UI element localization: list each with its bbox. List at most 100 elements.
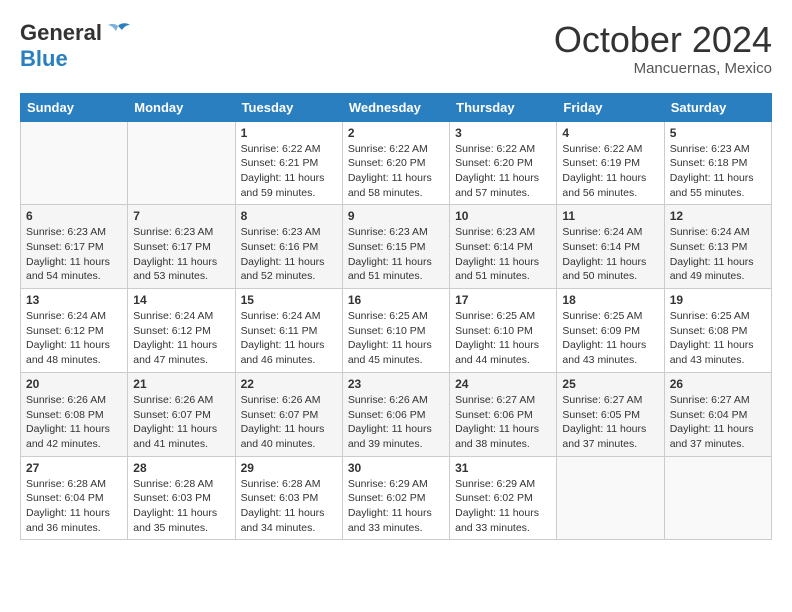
day-number: 20: [26, 377, 122, 391]
day-number: 27: [26, 461, 122, 475]
calendar-day-cell: 3Sunrise: 6:22 AMSunset: 6:20 PMDaylight…: [450, 121, 557, 205]
day-number: 8: [241, 209, 337, 223]
day-info: Sunrise: 6:24 AMSunset: 6:13 PMDaylight:…: [670, 225, 766, 284]
calendar-day-cell: 22 Sunrise: 6:26 AMSunset: 6:07 PMDayligh…: [235, 372, 342, 456]
calendar-day-cell: 23 Sunrise: 6:26 AMSunset: 6:06 PMDayligh…: [342, 372, 449, 456]
day-number: 4: [562, 126, 658, 140]
day-number: 6: [26, 209, 122, 223]
calendar-day-cell: 15Sunrise: 6:24 AMSunset: 6:11 PMDayligh…: [235, 289, 342, 373]
day-info: Sunrise: 6:26 AMSunset: 6:07 PMDaylight:…: [241, 393, 337, 452]
calendar-day-cell: 21Sunrise: 6:26 AMSunset: 6:07 PMDayligh…: [128, 372, 235, 456]
calendar-day-cell: 14Sunrise: 6:24 AMSunset: 6:12 PMDayligh…: [128, 289, 235, 373]
day-number: 19: [670, 293, 766, 307]
calendar-day-cell: 17Sunrise: 6:25 AMSunset: 6:10 PMDayligh…: [450, 289, 557, 373]
day-number: 21: [133, 377, 229, 391]
calendar-day-cell: [664, 456, 771, 540]
calendar-day-cell: 29 Sunrise: 6:28 AMSunset: 6:03 PMDayligh…: [235, 456, 342, 540]
day-number: 10: [455, 209, 551, 223]
header-sunday: Sunday: [21, 93, 128, 121]
header-thursday: Thursday: [450, 93, 557, 121]
page-header: General Blue October 2024 Mancuernas, Me…: [20, 20, 772, 77]
day-number: 30: [348, 461, 444, 475]
day-number: 12: [670, 209, 766, 223]
logo-general: General: [20, 20, 102, 46]
month-title: October 2024: [554, 20, 772, 60]
header-friday: Friday: [557, 93, 664, 121]
calendar-day-cell: 20 Sunrise: 6:26 AMSunset: 6:08 PMDayligh…: [21, 372, 128, 456]
header-saturday: Saturday: [664, 93, 771, 121]
calendar-day-cell: 4 Sunrise: 6:22 AMSunset: 6:19 PMDaylight…: [557, 121, 664, 205]
header-wednesday: Wednesday: [342, 93, 449, 121]
day-info: Sunrise: 6:27 AMSunset: 6:05 PMDaylight:…: [562, 393, 658, 452]
calendar-day-cell: 28 Sunrise: 6:28 AMSunset: 6:03 PMDayligh…: [128, 456, 235, 540]
title-block: October 2024 Mancuernas, Mexico: [554, 20, 772, 77]
day-number: 11: [562, 209, 658, 223]
calendar-week-row: 20 Sunrise: 6:26 AMSunset: 6:08 PMDayligh…: [21, 372, 772, 456]
day-info: Sunrise: 6:22 AMSunset: 6:19 PMDaylight:…: [562, 142, 658, 201]
day-info: Sunrise: 6:24 AMSunset: 6:12 PMDaylight:…: [26, 309, 122, 368]
day-info: Sunrise: 6:23 AMSunset: 6:17 PMDaylight:…: [26, 225, 122, 284]
day-number: 2: [348, 126, 444, 140]
day-info: Sunrise: 6:22 AMSunset: 6:20 PMDaylight:…: [348, 142, 444, 201]
day-info: Sunrise: 6:28 AMSunset: 6:03 PMDaylight:…: [133, 477, 229, 536]
day-number: 26: [670, 377, 766, 391]
day-number: 29: [241, 461, 337, 475]
calendar-day-cell: 19 Sunrise: 6:25 AMSunset: 6:08 PMDayligh…: [664, 289, 771, 373]
calendar-table: SundayMondayTuesdayWednesdayThursdayFrid…: [20, 93, 772, 541]
day-number: 1: [241, 126, 337, 140]
day-info: Sunrise: 6:27 AMSunset: 6:04 PMDaylight:…: [670, 393, 766, 452]
calendar-day-cell: 27 Sunrise: 6:28 AMSunset: 6:04 PMDayligh…: [21, 456, 128, 540]
day-info: Sunrise: 6:29 AMSunset: 6:02 PMDaylight:…: [455, 477, 551, 536]
day-info: Sunrise: 6:25 AMSunset: 6:10 PMDaylight:…: [348, 309, 444, 368]
day-info: Sunrise: 6:26 AMSunset: 6:08 PMDaylight:…: [26, 393, 122, 452]
day-number: 9: [348, 209, 444, 223]
calendar-day-cell: 8 Sunrise: 6:23 AMSunset: 6:16 PMDaylight…: [235, 205, 342, 289]
calendar-day-cell: [21, 121, 128, 205]
day-number: 23: [348, 377, 444, 391]
calendar-day-cell: 31Sunrise: 6:29 AMSunset: 6:02 PMDayligh…: [450, 456, 557, 540]
calendar-day-cell: 10 Sunrise: 6:23 AMSunset: 6:14 PMDayligh…: [450, 205, 557, 289]
calendar-day-cell: 18Sunrise: 6:25 AMSunset: 6:09 PMDayligh…: [557, 289, 664, 373]
day-info: Sunrise: 6:29 AMSunset: 6:02 PMDaylight:…: [348, 477, 444, 536]
day-number: 13: [26, 293, 122, 307]
calendar-day-cell: 9Sunrise: 6:23 AMSunset: 6:15 PMDaylight…: [342, 205, 449, 289]
day-number: 3: [455, 126, 551, 140]
calendar-week-row: 27 Sunrise: 6:28 AMSunset: 6:04 PMDayligh…: [21, 456, 772, 540]
day-info: Sunrise: 6:23 AMSunset: 6:18 PMDaylight:…: [670, 142, 766, 201]
calendar-day-cell: 2 Sunrise: 6:22 AMSunset: 6:20 PMDaylight…: [342, 121, 449, 205]
day-number: 22: [241, 377, 337, 391]
calendar-day-cell: 24 Sunrise: 6:27 AMSunset: 6:06 PMDayligh…: [450, 372, 557, 456]
day-info: Sunrise: 6:25 AMSunset: 6:09 PMDaylight:…: [562, 309, 658, 368]
day-info: Sunrise: 6:23 AMSunset: 6:17 PMDaylight:…: [133, 225, 229, 284]
day-info: Sunrise: 6:25 AMSunset: 6:08 PMDaylight:…: [670, 309, 766, 368]
calendar-day-cell: 13 Sunrise: 6:24 AMSunset: 6:12 PMDayligh…: [21, 289, 128, 373]
day-info: Sunrise: 6:23 AMSunset: 6:16 PMDaylight:…: [241, 225, 337, 284]
calendar-day-cell: [128, 121, 235, 205]
day-number: 28: [133, 461, 229, 475]
location: Mancuernas, Mexico: [554, 60, 772, 77]
day-number: 7: [133, 209, 229, 223]
day-number: 14: [133, 293, 229, 307]
calendar-header-row: SundayMondayTuesdayWednesdayThursdayFrid…: [21, 93, 772, 121]
calendar-day-cell: 25 Sunrise: 6:27 AMSunset: 6:05 PMDayligh…: [557, 372, 664, 456]
day-info: Sunrise: 6:23 AMSunset: 6:14 PMDaylight:…: [455, 225, 551, 284]
day-number: 24: [455, 377, 551, 391]
calendar-day-cell: 7 Sunrise: 6:23 AMSunset: 6:17 PMDaylight…: [128, 205, 235, 289]
day-info: Sunrise: 6:26 AMSunset: 6:06 PMDaylight:…: [348, 393, 444, 452]
calendar-day-cell: 30 Sunrise: 6:29 AMSunset: 6:02 PMDayligh…: [342, 456, 449, 540]
calendar-day-cell: 1Sunrise: 6:22 AMSunset: 6:21 PMDaylight…: [235, 121, 342, 205]
day-info: Sunrise: 6:28 AMSunset: 6:03 PMDaylight:…: [241, 477, 337, 536]
calendar-day-cell: 6 Sunrise: 6:23 AMSunset: 6:17 PMDaylight…: [21, 205, 128, 289]
day-info: Sunrise: 6:25 AMSunset: 6:10 PMDaylight:…: [455, 309, 551, 368]
day-info: Sunrise: 6:27 AMSunset: 6:06 PMDaylight:…: [455, 393, 551, 452]
header-tuesday: Tuesday: [235, 93, 342, 121]
day-number: 25: [562, 377, 658, 391]
calendar-week-row: 1Sunrise: 6:22 AMSunset: 6:21 PMDaylight…: [21, 121, 772, 205]
day-number: 15: [241, 293, 337, 307]
day-info: Sunrise: 6:28 AMSunset: 6:04 PMDaylight:…: [26, 477, 122, 536]
calendar-day-cell: 12 Sunrise: 6:24 AMSunset: 6:13 PMDayligh…: [664, 205, 771, 289]
calendar-day-cell: 5 Sunrise: 6:23 AMSunset: 6:18 PMDaylight…: [664, 121, 771, 205]
calendar-day-cell: [557, 456, 664, 540]
logo-blue: Blue: [20, 46, 68, 71]
day-number: 5: [670, 126, 766, 140]
